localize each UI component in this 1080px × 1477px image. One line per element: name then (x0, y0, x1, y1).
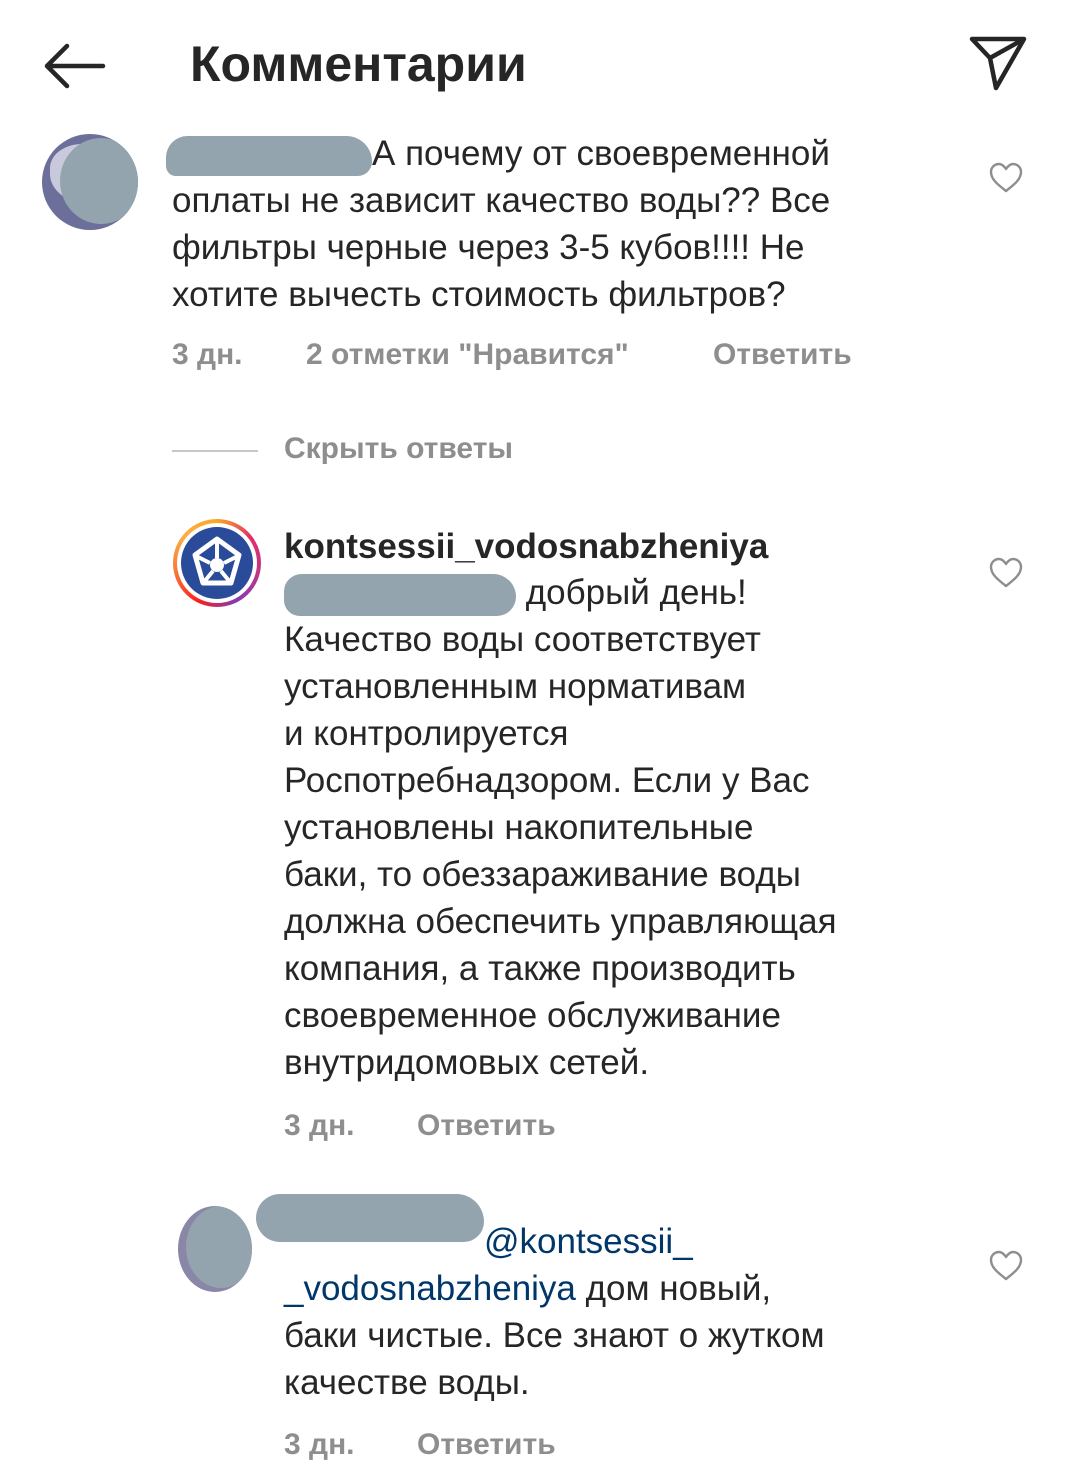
reply-2: @kontsessii_ _vodosnabzheniya дом новый,… (0, 1190, 1080, 1477)
reply-time: 3 дн. (284, 1109, 355, 1142)
reply-button[interactable]: Ответить (713, 338, 852, 372)
reply-time: 3 дн. (284, 1428, 355, 1461)
avatar[interactable] (42, 134, 138, 230)
header: Комментарии (0, 0, 1080, 130)
back-button[interactable] (36, 34, 112, 98)
likes-count[interactable]: 2 отметки "Нравится" (306, 338, 629, 372)
hide-replies-toggle[interactable]: Скрыть ответы (172, 428, 552, 476)
valve-logo-icon (192, 536, 242, 586)
reply-text: добрый день! Качество воды соответствует… (284, 573, 837, 1082)
comment-time: 3 дн. (172, 338, 243, 371)
username[interactable]: kontsessii_vodosnabzheniya (284, 525, 964, 569)
avatar[interactable] (178, 1206, 252, 1292)
page-title: Комментарии (190, 36, 527, 92)
heart-icon[interactable] (989, 1250, 1023, 1282)
hide-replies-label: Скрыть ответы (284, 432, 514, 465)
heart-icon[interactable] (989, 557, 1023, 589)
heart-icon[interactable] (989, 162, 1023, 194)
comment-1: А почему от своевременной оплаты не зави… (0, 120, 1080, 420)
reply-text: @kontsessii_ _vodosnabzheniya дом новый,… (284, 1222, 825, 1402)
reply-1: kontsessii_vodosnabzheniya добрый день! … (0, 515, 1080, 1155)
divider (172, 450, 258, 452)
share-button[interactable] (960, 28, 1036, 98)
paper-plane-icon (969, 36, 1027, 91)
comment-text: А почему от своевременной оплаты не зави… (166, 130, 952, 318)
mention-link[interactable]: _vodosnabzheniya (284, 1269, 576, 1308)
redacted-mention (284, 573, 516, 616)
reply-button[interactable]: Ответить (417, 1109, 556, 1143)
reply-button[interactable]: Ответить (417, 1428, 556, 1462)
mention-link[interactable]: @kontsessii_ (484, 1222, 693, 1261)
brand-avatar[interactable] (173, 519, 261, 607)
arrow-left-icon (44, 43, 106, 89)
redacted-username (166, 135, 372, 176)
